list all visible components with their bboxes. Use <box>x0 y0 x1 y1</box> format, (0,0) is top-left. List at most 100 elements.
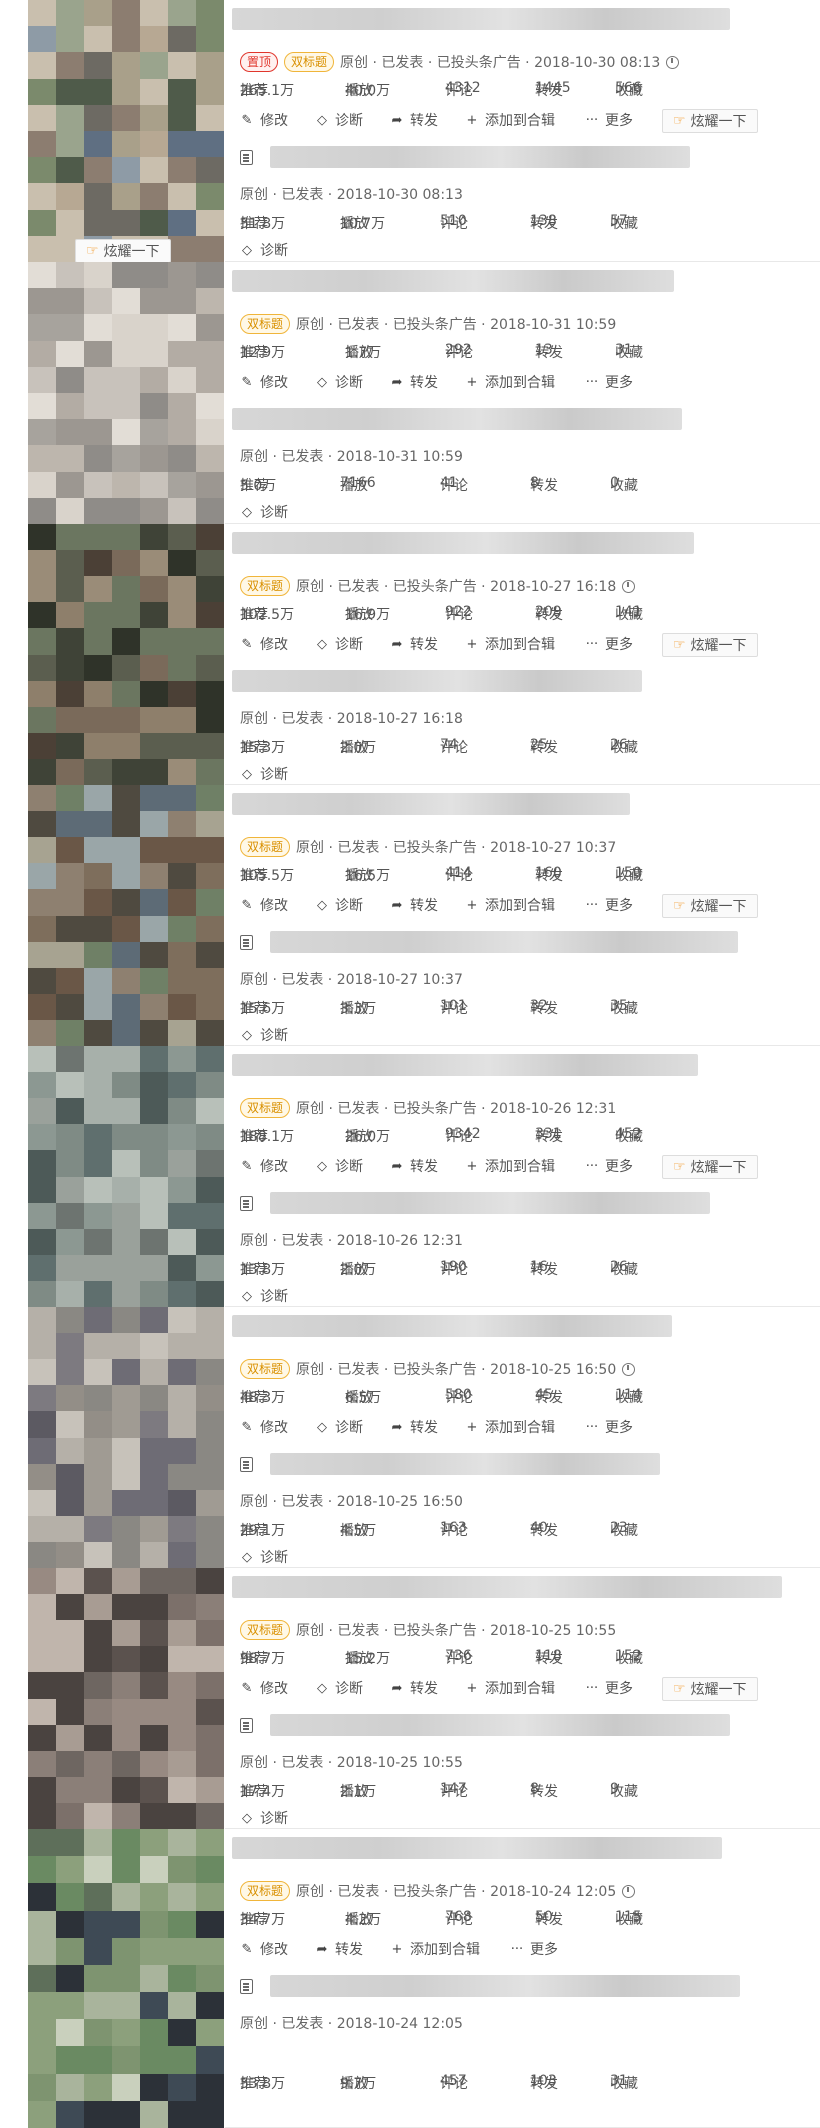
sub-meta-row: 原创 · 已发表 · 2018-10-25 16:50 <box>240 1491 463 1511</box>
share-button[interactable]: ➦ 转发 <box>390 372 438 392</box>
more-button-label: 更多 <box>605 375 633 391</box>
share-button[interactable]: ➦ 转发 <box>390 634 438 654</box>
sub-diagnose-button[interactable]: ◇ 诊断 <box>240 764 288 784</box>
show-off-button[interactable]: ☞ 炫耀一下 <box>75 239 171 263</box>
blurred-subtitle[interactable] <box>232 670 642 692</box>
ellipsis-icon: ··· <box>585 1419 599 1435</box>
blurred-title[interactable] <box>232 270 674 292</box>
diagnose-button[interactable]: ◇ 诊断 <box>315 634 363 654</box>
add-to-collection-button[interactable]: + 添加到合辑 <box>465 1678 555 1698</box>
share-arrow-icon: ➦ <box>391 1680 403 1696</box>
clock-icon <box>622 1362 636 1376</box>
sub-diagnose-button[interactable]: ◇ 诊断 <box>240 1025 288 1045</box>
share-button-label: 转发 <box>335 1942 363 1958</box>
stat-play-value: 26.0万 <box>345 1129 391 1145</box>
share-arrow-icon: ➦ <box>391 1158 403 1174</box>
add-to-collection-button[interactable]: + 添加到合辑 <box>465 110 555 130</box>
sub-diagnose-button[interactable]: ◇ 诊断 <box>240 1547 288 1567</box>
sub-diagnose-button[interactable]: ◇ 诊断 <box>240 1286 288 1306</box>
diagnose-button[interactable]: ◇ 诊断 <box>315 1156 363 1176</box>
edit-button[interactable]: ✎ 修改 <box>240 1939 288 1959</box>
blurred-title[interactable] <box>232 1837 722 1859</box>
share-button[interactable]: ➦ 转发 <box>390 110 438 130</box>
blurred-subtitle[interactable] <box>270 1714 730 1736</box>
blurred-title[interactable] <box>232 793 630 815</box>
hand-point-icon: ☞ <box>673 1681 686 1697</box>
diamond-icon: ◇ <box>242 766 252 782</box>
thumbnail-image[interactable] <box>28 1046 224 1307</box>
thumbnail-image[interactable] <box>28 1307 224 1568</box>
share-button[interactable]: ➦ 转发 <box>390 1156 438 1176</box>
more-button[interactable]: ··· 更多 <box>585 1156 633 1176</box>
blurred-title[interactable] <box>232 1054 698 1076</box>
share-button[interactable]: ➦ 转发 <box>390 1417 438 1437</box>
blurred-subtitle[interactable] <box>270 1192 710 1214</box>
show-off-button[interactable]: ☞ 炫耀一下 <box>662 894 758 918</box>
thumbnail-image[interactable] <box>28 1829 224 2128</box>
share-button[interactable]: ➦ 转发 <box>390 1678 438 1698</box>
diagnose-button[interactable]: ◇ 诊断 <box>315 1417 363 1437</box>
sub-diagnose-button[interactable]: ◇ 诊断 <box>240 240 288 260</box>
more-button[interactable]: ··· 更多 <box>585 634 633 654</box>
more-button[interactable]: ··· 更多 <box>510 1939 558 1959</box>
diagnose-button[interactable]: ◇ 诊断 <box>315 110 363 130</box>
stat-play-value: 9.7万 <box>340 2076 377 2092</box>
add-to-collection-button[interactable]: + 添加到合辑 <box>465 1156 555 1176</box>
blurred-title[interactable] <box>232 1315 672 1337</box>
more-button[interactable]: ··· 更多 <box>585 1417 633 1437</box>
edit-button[interactable]: ✎ 修改 <box>240 372 288 392</box>
more-button[interactable]: ··· 更多 <box>585 372 633 392</box>
diamond-icon: ◇ <box>242 504 252 520</box>
blurred-title[interactable] <box>232 1576 782 1598</box>
add-to-collection-button[interactable]: + 添加到合辑 <box>465 1417 555 1437</box>
plus-icon: + <box>466 1680 478 1696</box>
add-to-collection-button[interactable]: + 添加到合辑 <box>390 1939 480 1959</box>
edit-button[interactable]: ✎ 修改 <box>240 634 288 654</box>
more-button[interactable]: ··· 更多 <box>585 110 633 130</box>
edit-button[interactable]: ✎ 修改 <box>240 110 288 130</box>
diamond-icon: ◇ <box>317 897 327 913</box>
add-to-collection-button[interactable]: + 添加到合辑 <box>465 895 555 915</box>
stat-play-value: 3.3万 <box>340 1001 377 1017</box>
diagnose-button[interactable]: ◇ 诊断 <box>315 372 363 392</box>
diagnose-button[interactable]: ◇ 诊断 <box>315 895 363 915</box>
blurred-subtitle[interactable] <box>270 931 738 953</box>
edit-button[interactable]: ✎ 修改 <box>240 1156 288 1176</box>
show-off-button[interactable]: ☞ 炫耀一下 <box>662 109 758 133</box>
stat-forward-value: 331 <box>535 1126 562 1142</box>
stat-play-value: 15.2万 <box>345 1651 391 1667</box>
show-off-button[interactable]: ☞ 炫耀一下 <box>662 1155 758 1179</box>
stat-comment-value: 922 <box>445 604 472 620</box>
thumbnail-image[interactable] <box>28 1568 224 1829</box>
share-button-label: 转发 <box>410 1159 438 1175</box>
blurred-title[interactable] <box>232 8 730 30</box>
meta-row: 双标题 原创 · 已发表 · 已投头条广告 · 2018-10-27 10:37 <box>240 837 616 857</box>
thumbnail-image[interactable] <box>28 0 224 262</box>
edit-button[interactable]: ✎ 修改 <box>240 1678 288 1698</box>
diagnose-button[interactable]: ◇ 诊断 <box>315 1678 363 1698</box>
share-button[interactable]: ➦ 转发 <box>390 895 438 915</box>
more-button[interactable]: ··· 更多 <box>585 895 633 915</box>
blurred-subtitle[interactable] <box>232 408 682 430</box>
diagnose-button-label: 诊断 <box>335 1159 363 1175</box>
sub-meta-row: 原创 · 已发表 · 2018-10-27 16:18 <box>240 708 463 728</box>
thumbnail-image[interactable] <box>28 524 224 785</box>
blurred-title[interactable] <box>232 532 694 554</box>
show-off-button[interactable]: ☞ 炫耀一下 <box>662 633 758 657</box>
sub-diagnose-button[interactable]: ◇ 诊断 <box>240 1808 288 1828</box>
share-button[interactable]: ➦ 转发 <box>315 1939 363 1959</box>
edit-button[interactable]: ✎ 修改 <box>240 1417 288 1437</box>
add-to-collection-button[interactable]: + 添加到合辑 <box>465 634 555 654</box>
edit-button[interactable]: ✎ 修改 <box>240 895 288 915</box>
blurred-subtitle[interactable] <box>270 1975 740 1997</box>
show-off-button[interactable]: ☞ 炫耀一下 <box>662 1677 758 1701</box>
thumbnail-image[interactable] <box>28 262 224 524</box>
blurred-subtitle[interactable] <box>270 1453 660 1475</box>
more-button[interactable]: ··· 更多 <box>585 1678 633 1698</box>
sub-diagnose-button[interactable]: ◇ 诊断 <box>240 502 288 522</box>
share-button-label: 转发 <box>410 637 438 653</box>
blurred-subtitle[interactable] <box>270 146 690 168</box>
thumbnail-image[interactable] <box>28 785 224 1046</box>
add-to-collection-button[interactable]: + 添加到合辑 <box>465 372 555 392</box>
clock-icon <box>666 55 680 69</box>
